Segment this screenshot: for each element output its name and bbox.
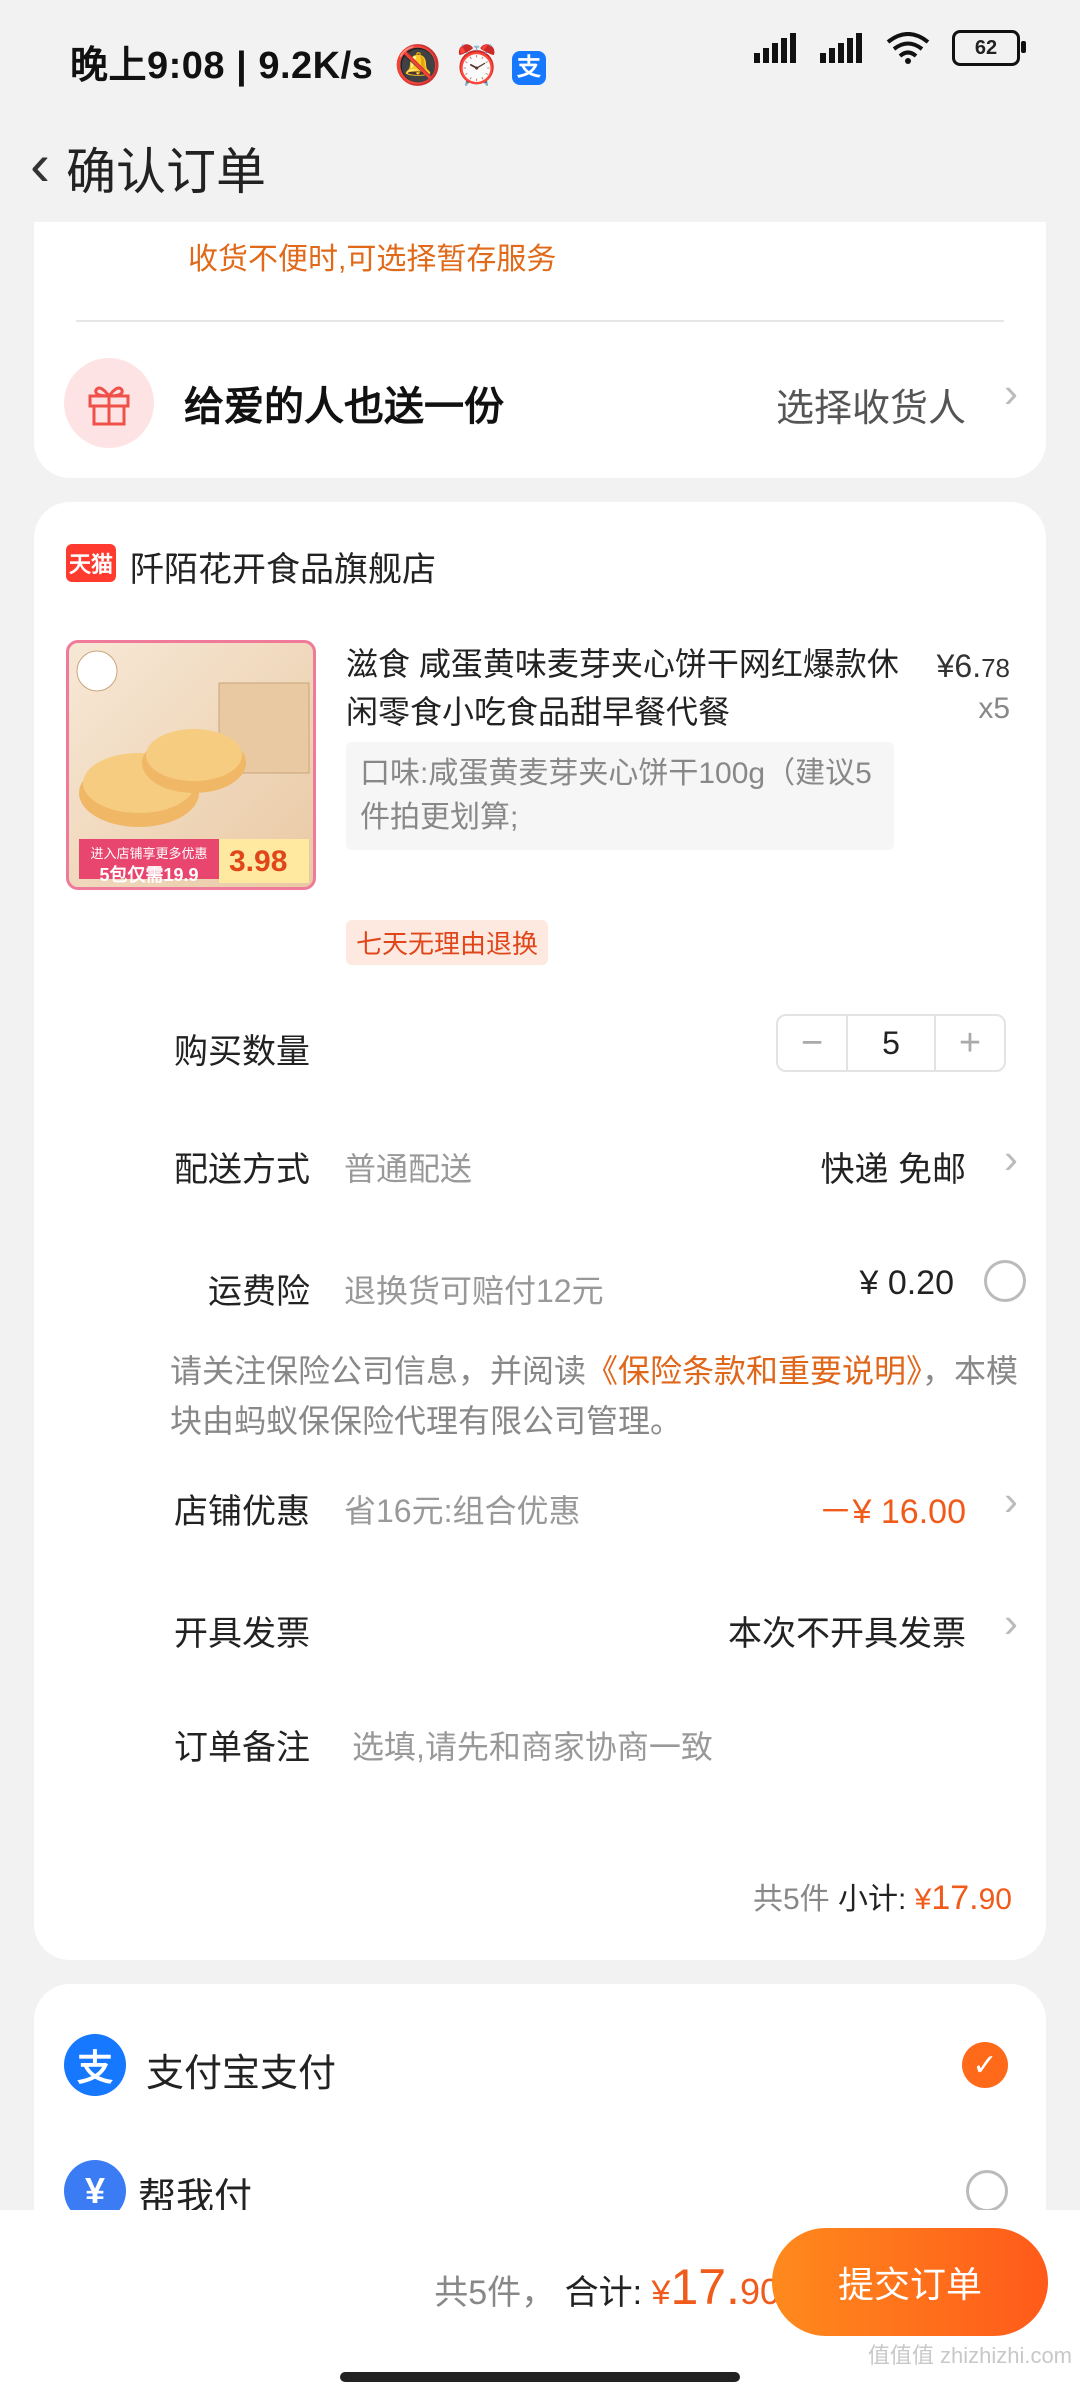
select-receiver-button[interactable]: 选择收货人 bbox=[776, 377, 966, 432]
insurance-note-1: 请关注保险公司信息，并阅读 bbox=[170, 1353, 587, 1389]
thumb-unit-price: 3.98 bbox=[229, 845, 288, 878]
signal-icon bbox=[754, 33, 796, 63]
order-note-label: 订单备注 bbox=[174, 1729, 310, 1767]
subtotal: 共5件 小计: ¥17.90 bbox=[753, 1874, 1012, 1918]
quantity-value[interactable]: 5 bbox=[846, 1016, 936, 1070]
total-label: 合计: bbox=[564, 2274, 643, 2312]
order-total: 共5件， 合计: ¥17.90 bbox=[434, 2258, 780, 2316]
status-time: 晚上9:08 bbox=[70, 45, 226, 87]
battery-level: 62 bbox=[974, 36, 998, 59]
decrease-button[interactable]: − bbox=[778, 1016, 846, 1070]
total-int: 17. bbox=[670, 2259, 740, 2315]
subtotal-dec: 90 bbox=[978, 1883, 1012, 1916]
page-header: ‹ 确认订单 bbox=[0, 110, 1080, 220]
invoice-value[interactable]: 本次不开具发票 bbox=[728, 1606, 966, 1655]
insurance-label: 运费险 bbox=[208, 1273, 310, 1311]
order-card: 天猫 阡陌花开食品旗舰店 进入店铺享更多优惠 5包仅需19.9 3.98 滋食 … bbox=[34, 502, 1046, 1960]
gift-title: 给爱的人也送一份 bbox=[184, 385, 504, 429]
product-price: ¥6.78 bbox=[937, 648, 1010, 685]
price-dec: 78 bbox=[981, 653, 1010, 683]
shipping-row[interactable] bbox=[34, 502, 1046, 582]
home-indicator[interactable] bbox=[340, 2372, 740, 2382]
product-thumbnail[interactable]: 进入店铺享更多优惠 5包仅需19.9 3.98 bbox=[66, 640, 316, 890]
increase-button[interactable]: + bbox=[936, 1016, 1004, 1070]
chevron-right-icon: › bbox=[1004, 1599, 1018, 1646]
order-note-input[interactable]: 选填,请先和商家协商一致 bbox=[352, 1722, 713, 1768]
price-int: ¥6. bbox=[936, 648, 982, 684]
network-speed: 9.2K/s bbox=[258, 45, 374, 87]
subtotal-label: 小计: bbox=[837, 1883, 907, 1916]
discount-desc: 省16元:组合优惠 bbox=[344, 1493, 581, 1529]
address-card: 收货不便时,可选择暂存服务 给爱的人也送一份 选择收货人 › bbox=[34, 222, 1046, 478]
insurance-desc: 退换货可赔付12元 bbox=[344, 1273, 604, 1309]
alipay-label: 支付宝支付 bbox=[146, 2053, 337, 2095]
product-spec[interactable]: 口味:咸蛋黄麦芽夹心饼干100g（建议5件拍更划算; bbox=[346, 742, 894, 850]
wifi-icon bbox=[886, 32, 930, 64]
discount-label: 店铺优惠 bbox=[174, 1493, 310, 1531]
invoice-label: 开具发票 bbox=[174, 1615, 310, 1653]
total-count: 共5件， bbox=[434, 2274, 556, 2312]
shipping-value[interactable]: 快递 免邮 bbox=[821, 1142, 966, 1191]
hd-signal-icon bbox=[820, 33, 862, 63]
check-icon[interactable]: ✓ bbox=[962, 2042, 1008, 2088]
checkout-bar: 共5件， 合计: ¥17.90 提交订单 值值值 zhizhizhi.com bbox=[0, 2210, 1080, 2400]
insurance-radio[interactable] bbox=[984, 1260, 1026, 1302]
page-title: 确认订单 bbox=[66, 144, 266, 200]
back-button[interactable]: ‹ bbox=[10, 130, 70, 200]
shipping-method: 普通配送 bbox=[344, 1151, 473, 1187]
submit-order-button[interactable]: 提交订单 bbox=[772, 2228, 1048, 2336]
alipay-icon: 支 bbox=[64, 2034, 126, 2096]
watermark: 值值值 zhizhizhi.com bbox=[867, 2343, 1072, 2368]
gift-icon bbox=[64, 358, 154, 448]
thumb-promo: 进入店铺享更多优惠 bbox=[90, 846, 208, 861]
mute-icon: 🔕 bbox=[394, 45, 443, 87]
product-qty: x5 bbox=[978, 692, 1010, 725]
return-policy-tag: 七天无理由退换 bbox=[346, 920, 549, 965]
insurance-terms-link[interactable]: 《保险条款和重要说明》 bbox=[586, 1353, 922, 1389]
subtotal-int: 17. bbox=[931, 1879, 979, 1917]
alipay-icon: 支 bbox=[512, 50, 547, 85]
qty-label: 购买数量 bbox=[174, 1033, 310, 1071]
status-bar: 晚上9:08 | 9.2K/s 🔕 ⏰ 支 62 bbox=[0, 0, 1080, 110]
status-time-speed: 晚上9:08 | 9.2K/s 🔕 ⏰ 支 bbox=[70, 34, 547, 89]
select-receiver-label: 选择收货人 bbox=[775, 388, 966, 430]
divider bbox=[76, 320, 1004, 322]
alarm-icon: ⏰ bbox=[453, 45, 502, 87]
chevron-left-icon: ‹ bbox=[30, 131, 50, 198]
chevron-right-icon: › bbox=[1004, 1135, 1018, 1182]
storage-service-notice[interactable]: 收货不便时,可选择暂存服务 bbox=[188, 234, 556, 278]
thumb-promo-price: 5包仅需19.9 bbox=[99, 865, 199, 885]
status-icons: 62 bbox=[754, 30, 1026, 66]
chevron-right-icon: › bbox=[1004, 369, 1018, 416]
battery-icon: 62 bbox=[952, 30, 1026, 66]
discount-value[interactable]: －¥ 16.00 bbox=[819, 1484, 966, 1533]
subtotal-count: 共5件 bbox=[752, 1883, 830, 1916]
total-currency: ¥ bbox=[651, 2274, 671, 2312]
insurance-price: ¥ 0.20 bbox=[859, 1264, 954, 1302]
product-title[interactable]: 滋食 咸蛋黄味麦芽夹心饼干网红爆款休闲零食小吃食品甜早餐代餐 bbox=[346, 640, 906, 736]
helppay-radio[interactable] bbox=[966, 2170, 1008, 2212]
subtotal-currency: ¥ bbox=[914, 1883, 932, 1916]
insurance-note: 请关注保险公司信息，并阅读《保险条款和重要说明》，本模块由蚂蚁保保险代理有限公司… bbox=[170, 1346, 1030, 1446]
quantity-stepper: − 5 + bbox=[776, 1014, 1006, 1072]
chevron-right-icon: › bbox=[1004, 1477, 1018, 1524]
shipping-label: 配送方式 bbox=[174, 1151, 310, 1189]
